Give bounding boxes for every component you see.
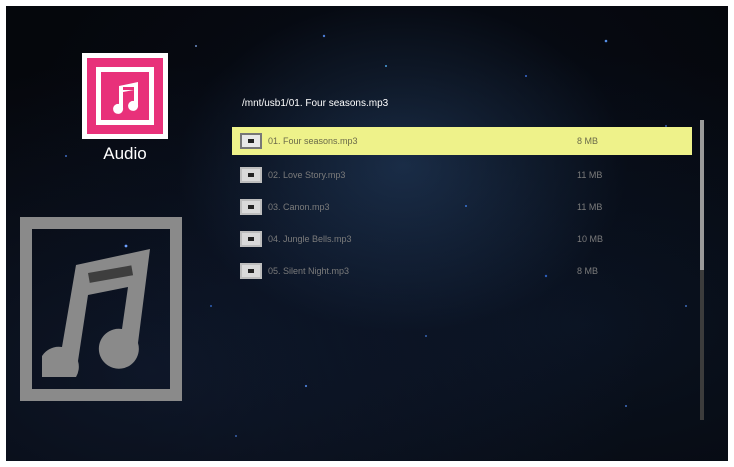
file-row[interactable]: 05. Silent Night.mp3 8 MB bbox=[232, 255, 692, 287]
file-name: 01. Four seasons.mp3 bbox=[268, 136, 358, 146]
audio-file-icon bbox=[240, 231, 262, 247]
file-size: 11 MB bbox=[577, 202, 603, 212]
file-size: 8 MB bbox=[577, 266, 599, 276]
audio-file-icon bbox=[240, 167, 262, 183]
file-row[interactable]: 02. Love Story.mp3 11 MB bbox=[232, 159, 692, 191]
current-path: /mnt/usb1/01. Four seasons.mp3 bbox=[242, 98, 389, 109]
file-size: 10 MB bbox=[577, 234, 604, 244]
file-name: 05. Silent Night.mp3 bbox=[268, 266, 350, 276]
audio-file-icon bbox=[240, 133, 262, 149]
file-name: 04. Jungle Bells.mp3 bbox=[268, 234, 352, 244]
file-list-scrollbar[interactable] bbox=[700, 120, 704, 420]
file-size: 8 MB bbox=[577, 136, 599, 146]
file-row[interactable]: 01. Four seasons.mp3 8 MB bbox=[232, 127, 692, 155]
audio-file-icon bbox=[240, 263, 262, 279]
music-note-icon bbox=[42, 249, 150, 377]
media-player-screen: Audio /mnt/usb1/01. Four seasons.mp3 01.… bbox=[6, 6, 728, 461]
audio-file-icon bbox=[240, 199, 262, 215]
file-size: 11 MB bbox=[577, 170, 603, 180]
file-name: 02. Love Story.mp3 bbox=[268, 170, 346, 180]
app-title: Audio bbox=[103, 144, 147, 163]
file-row[interactable]: 03. Canon.mp3 11 MB bbox=[232, 191, 692, 223]
scrollbar-thumb[interactable] bbox=[700, 120, 704, 270]
music-note-icon bbox=[96, 67, 154, 125]
file-name: 03. Canon.mp3 bbox=[268, 202, 330, 212]
audio-app-tile[interactable] bbox=[82, 53, 168, 139]
file-list: 01. Four seasons.mp3 8 MB 02. Love Story… bbox=[232, 127, 692, 287]
file-row[interactable]: 04. Jungle Bells.mp3 10 MB bbox=[232, 223, 692, 255]
album-art-placeholder bbox=[20, 217, 182, 401]
